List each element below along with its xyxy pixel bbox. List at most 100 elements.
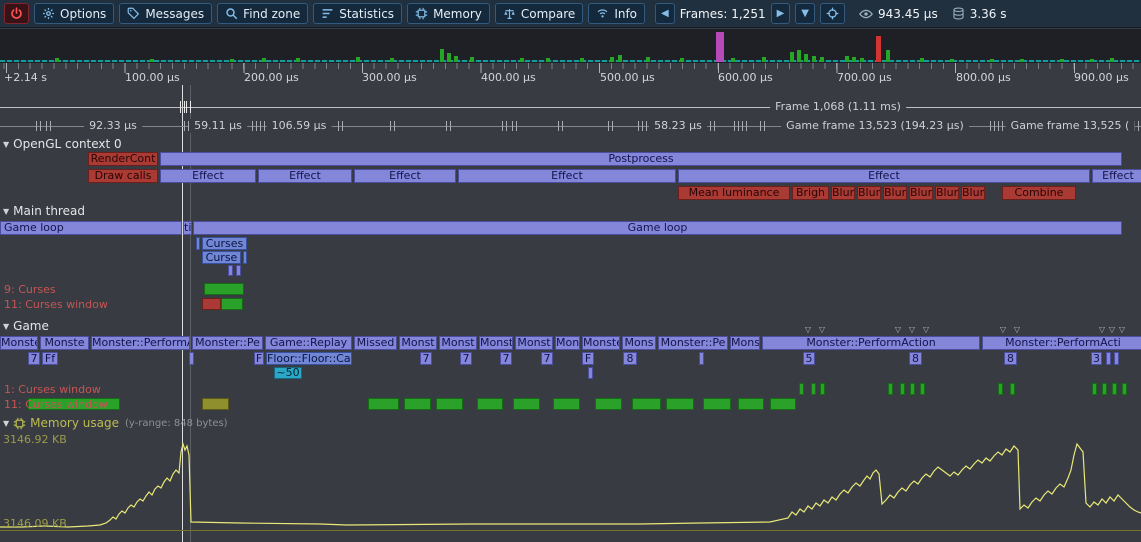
collapsed-zone-marker[interactable]: ▽ — [819, 326, 825, 334]
zone[interactable] — [243, 251, 247, 264]
frame-mark[interactable] — [252, 121, 257, 131]
histogram-bar[interactable] — [812, 56, 816, 62]
histogram-bar[interactable] — [886, 50, 890, 62]
zone[interactable] — [189, 352, 194, 365]
zone[interactable] — [221, 298, 243, 310]
zone-postprocess[interactable]: Postprocess — [160, 152, 1122, 166]
zone-monster-performaction[interactable]: Monster::PerformAction — [762, 336, 980, 350]
zone-combine[interactable]: Combine — [1002, 186, 1076, 200]
zone[interactable] — [196, 237, 200, 250]
histogram-bar[interactable] — [580, 58, 584, 62]
power-button[interactable] — [4, 3, 29, 24]
zone-ff[interactable]: Ff — [42, 352, 58, 365]
prev-frame-button[interactable]: ◀ — [655, 3, 675, 24]
zone[interactable] — [595, 398, 622, 410]
zone-brigh[interactable]: Brigh — [792, 186, 829, 200]
histogram-bar[interactable] — [610, 57, 614, 62]
zone[interactable] — [553, 398, 580, 410]
zone-effect[interactable]: Effect — [354, 169, 456, 183]
zone[interactable] — [1102, 383, 1107, 395]
histogram-bar[interactable] — [876, 36, 881, 62]
thread-label[interactable]: 1: Curses window — [4, 383, 101, 396]
zone-game-loop[interactable]: Game loop — [0, 221, 182, 235]
zone[interactable] — [236, 265, 241, 276]
go-to-frame-button[interactable]: ▼ — [795, 3, 815, 24]
histogram-bar[interactable] — [520, 58, 524, 62]
zone-monste[interactable]: Monste — [40, 336, 89, 350]
zone-rendercont[interactable]: RenderCont — [88, 152, 158, 166]
zone[interactable] — [477, 398, 503, 410]
zone-7[interactable]: 7 — [541, 352, 553, 365]
zone[interactable] — [666, 398, 694, 410]
zone-monster-performacti[interactable]: Monster::PerformActi — [982, 336, 1141, 350]
zone[interactable] — [1092, 383, 1097, 395]
frame-mark[interactable] — [734, 121, 739, 131]
zone-monst[interactable]: Monst — [399, 336, 437, 350]
subframes-row[interactable]: 92.33 μs59.11 μs106.59 μs58.23 μsGame fr… — [0, 119, 1141, 133]
zone[interactable] — [632, 398, 661, 410]
zone-blur[interactable]: Blur — [909, 186, 933, 200]
zone-mons[interactable]: Mons — [730, 336, 760, 350]
zone-curses[interactable]: Curses — [202, 237, 247, 250]
histogram-bar[interactable] — [262, 58, 266, 62]
zone[interactable] — [436, 398, 463, 410]
zone-monst[interactable]: Monst — [439, 336, 477, 350]
zone[interactable] — [703, 398, 731, 410]
frame-mark[interactable] — [710, 121, 715, 131]
collapse-icon[interactable]: ▼ — [3, 322, 9, 331]
histogram-bar[interactable] — [852, 57, 856, 62]
frame-mark[interactable] — [512, 121, 517, 131]
histogram-bar[interactable] — [356, 57, 360, 62]
histogram-bar[interactable] — [1090, 59, 1094, 62]
histogram-bar[interactable] — [440, 49, 444, 62]
zone[interactable] — [404, 398, 431, 410]
thread-label[interactable]: 11: Curses window — [4, 298, 108, 311]
zone[interactable] — [1010, 383, 1015, 395]
zone-game-loop[interactable]: Game loop — [193, 221, 1122, 235]
zone-mons[interactable]: Mons — [622, 336, 656, 350]
frame-mark[interactable] — [990, 121, 995, 131]
zone-missed[interactable]: Missed — [354, 336, 397, 350]
frame-mark[interactable] — [1134, 121, 1139, 131]
zone-curse[interactable]: Curse — [202, 251, 241, 264]
compare-button[interactable]: Compare — [495, 3, 583, 24]
histogram-bar[interactable] — [618, 55, 622, 62]
zone[interactable] — [770, 398, 796, 410]
histogram-bar[interactable] — [390, 58, 394, 62]
zone-game-replay[interactable]: Game::Replay — [265, 336, 352, 350]
zone[interactable] — [998, 383, 1003, 395]
histogram-bar[interactable] — [55, 58, 59, 62]
collapsed-zone-marker[interactable]: ▽ — [1119, 326, 1125, 334]
histogram-bar[interactable] — [454, 56, 458, 62]
zone-blur[interactable]: Blur — [857, 186, 881, 200]
zone-3[interactable]: 3 — [1091, 352, 1102, 365]
zone-monste[interactable]: Monste — [0, 336, 38, 350]
statistics-button[interactable]: Statistics — [313, 3, 402, 24]
find-zone-button[interactable]: Find zone — [217, 3, 308, 24]
frame-mark[interactable] — [760, 121, 765, 131]
zone[interactable] — [738, 398, 764, 410]
histogram-bar[interactable] — [860, 58, 864, 62]
frame-label[interactable]: 92.33 μs — [84, 119, 142, 133]
zone-monst[interactable]: Monst — [555, 336, 580, 350]
thread-label[interactable]: 9: Curses — [4, 283, 56, 296]
histogram-bar[interactable] — [230, 59, 234, 62]
zone[interactable] — [368, 398, 399, 410]
collapsed-zone-marker[interactable]: ▽ — [1014, 326, 1020, 334]
collapsed-zone-marker[interactable]: ▽ — [923, 326, 929, 334]
frame-mark[interactable] — [446, 121, 451, 131]
zone[interactable] — [910, 383, 915, 395]
zone-mean-luminance[interactable]: Mean luminance — [678, 186, 790, 200]
memory-chart[interactable] — [0, 430, 1141, 538]
zone-monst[interactable]: Monst — [479, 336, 513, 350]
section-game[interactable]: ▼Game — [3, 319, 49, 333]
histogram-bar[interactable] — [920, 58, 924, 62]
histogram-bar[interactable] — [470, 57, 474, 62]
histogram-bar[interactable] — [790, 52, 794, 62]
histogram-bar[interactable] — [296, 58, 300, 62]
zone[interactable] — [811, 383, 816, 395]
zone-8[interactable]: 8 — [909, 352, 922, 365]
zone-blur[interactable]: Blur — [883, 186, 907, 200]
frame-mark[interactable] — [260, 121, 265, 131]
histogram-bar[interactable] — [447, 53, 451, 62]
